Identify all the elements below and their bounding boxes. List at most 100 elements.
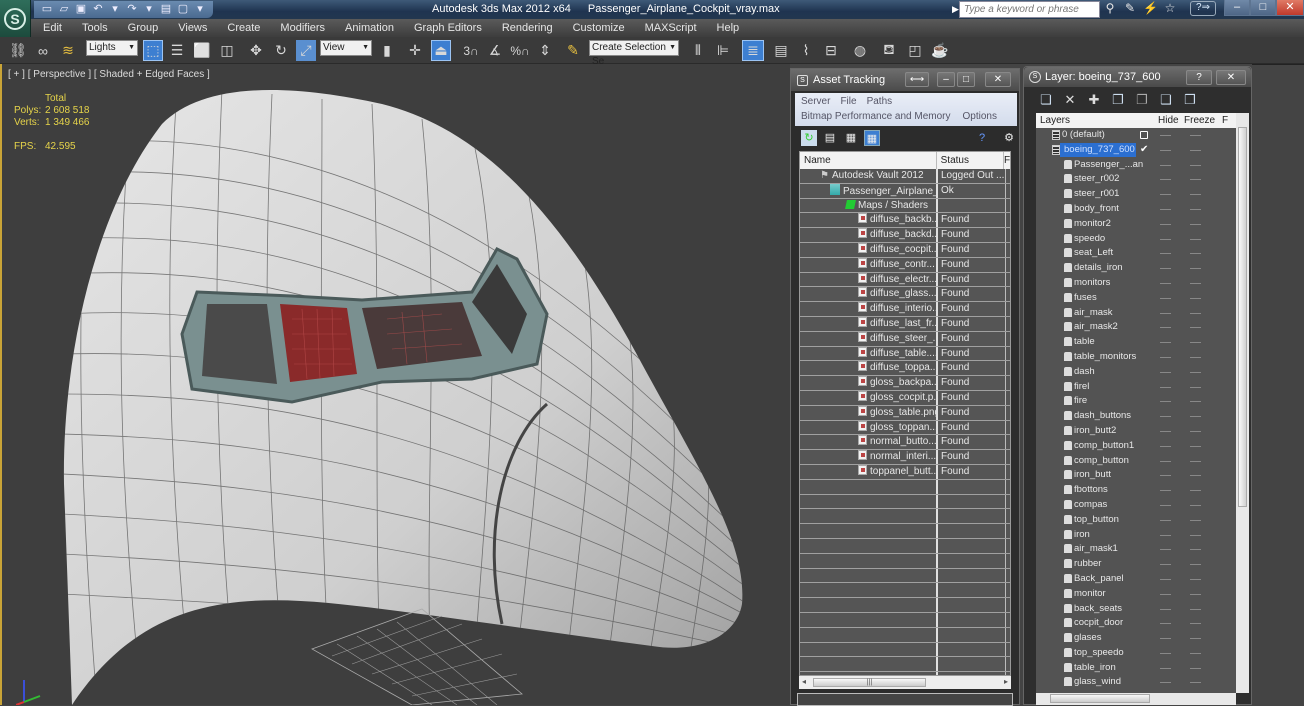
customize-qat-icon[interactable]: ▾ [193, 3, 207, 16]
rotate-icon[interactable]: ↻ [271, 40, 291, 61]
hide-toggle[interactable] [1160, 682, 1171, 684]
hide-toggle[interactable] [1160, 164, 1171, 166]
freeze-toggle[interactable] [1190, 253, 1201, 255]
menu-bitmap-performance[interactable]: Bitmap Performance and Memory [801, 111, 951, 122]
asset-row[interactable]: diffuse_interio... Found [800, 302, 1010, 317]
freeze-toggle[interactable] [1190, 608, 1201, 610]
asset-row[interactable]: diffuse_electr... Found [800, 272, 1010, 288]
set-current-layer-checkbox[interactable] [1140, 131, 1148, 139]
maximize-button[interactable]: □ [1250, 0, 1276, 16]
menu-rendering[interactable]: Rendering [502, 22, 553, 34]
viewport-label[interactable]: [ + ] [ Perspective ] [ Shaded + Edged F… [8, 69, 210, 80]
search-input[interactable]: Type a keyword or phrase [959, 1, 1100, 18]
hide-toggle[interactable] [1160, 475, 1171, 477]
freeze-toggle[interactable] [1190, 519, 1201, 521]
hide-toggle[interactable] [1160, 534, 1171, 536]
workspace-icon[interactable]: ▢ [176, 3, 190, 16]
freeze-toggle[interactable] [1190, 401, 1201, 403]
hide-toggle[interactable] [1160, 504, 1171, 506]
asset-minimize-button[interactable]: – [937, 72, 955, 87]
asset-row[interactable]: diffuse_last_fr... Found [800, 316, 1010, 332]
asset-tracking-titlebar[interactable]: S Asset Tracking ⟷ – □ ✕ [791, 69, 1019, 91]
asset-row[interactable]: normal_interi... Found [800, 450, 1010, 465]
asset-row[interactable]: diffuse_steer_... Found [800, 331, 1010, 347]
hide-toggle[interactable] [1160, 386, 1171, 388]
hide-toggle[interactable] [1160, 608, 1171, 610]
menu-create[interactable]: Create [227, 22, 260, 34]
menu-edit[interactable]: Edit [43, 22, 62, 34]
hide-toggle[interactable] [1160, 312, 1171, 314]
select-objects-in-layer-icon[interactable]: ❐ [1110, 92, 1126, 108]
layer-object-row[interactable]: comp_button [1036, 454, 1236, 469]
menu-animation[interactable]: Animation [345, 22, 394, 34]
grid-view-icon[interactable]: ▦ [864, 130, 880, 146]
freeze-toggle[interactable] [1190, 312, 1201, 314]
layer-object-row[interactable]: steer_r001 [1036, 187, 1236, 202]
highlight-selected-icon[interactable]: ❐ [1134, 92, 1150, 108]
favorites-star-icon[interactable]: ☆ [1163, 1, 1177, 15]
subscription-icon[interactable]: ✎ [1123, 1, 1137, 15]
current-layer-check-icon[interactable]: ✔ [1140, 143, 1148, 157]
hide-toggle[interactable] [1160, 564, 1171, 566]
redo-icon[interactable]: ↷ [125, 3, 139, 16]
move-icon[interactable]: ✥ [246, 40, 266, 61]
hide-toggle[interactable] [1160, 401, 1171, 403]
hide-toggle[interactable] [1160, 519, 1171, 521]
column-hide[interactable]: Hide [1158, 113, 1179, 128]
align-icon[interactable]: ⊫ [713, 40, 733, 61]
asset-row[interactable]: gloss_table.png Found [800, 405, 1010, 421]
redo-dropdown-icon[interactable]: ▾ [142, 3, 156, 16]
column-name[interactable]: Name [800, 152, 937, 169]
layer-object-row[interactable]: compas [1036, 498, 1236, 513]
asset-row[interactable]: diffuse_backd... Found [800, 228, 1010, 243]
freeze-toggle[interactable] [1190, 164, 1201, 166]
hide-toggle[interactable] [1160, 667, 1171, 669]
layer-row[interactable]: boeing_737_600 ✔ [1036, 142, 1236, 158]
hide-toggle[interactable] [1160, 445, 1171, 447]
layer-object-row[interactable]: table [1036, 335, 1236, 350]
minimize-button[interactable]: – [1224, 0, 1250, 16]
menu-modifiers[interactable]: Modifiers [280, 22, 325, 34]
undo-icon[interactable]: ↶ [91, 3, 105, 16]
freeze-toggle[interactable] [1190, 652, 1201, 654]
asset-row[interactable]: normal_butto... Found [800, 435, 1010, 451]
hide-toggle[interactable] [1160, 327, 1171, 329]
rectangular-selection-icon[interactable]: ⬜ [192, 40, 212, 61]
freeze-unfreeze-all-icon[interactable]: ❒ [1182, 92, 1198, 108]
asset-close-button[interactable]: ✕ [985, 72, 1011, 87]
layer-object-row[interactable]: cocpit_door [1036, 616, 1236, 631]
percent-snap-icon[interactable]: % ∩ [509, 40, 531, 61]
schematic-view-icon[interactable]: ⊟ [821, 40, 841, 61]
selection-filter-dropdown[interactable]: Lights [86, 40, 138, 56]
freeze-toggle[interactable] [1190, 356, 1201, 358]
layer-object-row[interactable]: firel [1036, 380, 1236, 395]
hide-toggle[interactable] [1160, 282, 1171, 284]
asset-row[interactable]: gloss_cocpit.p... Found [800, 390, 1010, 406]
layer-object-row[interactable]: back_seats [1036, 602, 1236, 617]
asset-row[interactable]: diffuse_glass.... Found [800, 287, 1010, 303]
menu-customize[interactable]: Customize [573, 22, 625, 34]
freeze-toggle[interactable] [1190, 268, 1201, 270]
freeze-toggle[interactable] [1190, 282, 1201, 284]
menu-paths[interactable]: Paths [867, 96, 893, 107]
menu-help[interactable]: Help [717, 22, 740, 34]
asset-row[interactable]: diffuse_toppa... Found [800, 361, 1010, 377]
create-layer-icon[interactable]: ❏ [1038, 92, 1054, 108]
render-production-icon[interactable]: ☕ [930, 40, 950, 61]
hide-toggle[interactable] [1160, 638, 1171, 640]
freeze-toggle[interactable] [1190, 297, 1201, 299]
freeze-toggle[interactable] [1190, 534, 1201, 536]
asset-row[interactable]: diffuse_cocpit... Found [800, 242, 1010, 258]
window-crossing-icon[interactable]: ◫ [217, 40, 237, 61]
curve-editor-icon[interactable]: ⌇ [796, 40, 816, 61]
asset-row[interactable]: ⚑ Autodesk Vault 2012 Logged Out ... [800, 169, 1010, 184]
scroll-thumb[interactable] [1050, 694, 1150, 703]
layer-manager-titlebar[interactable]: S Layer: boeing_737_600 ? ✕ [1024, 67, 1251, 87]
hide-toggle[interactable] [1160, 460, 1171, 462]
bind-space-warp-icon[interactable]: ≋ [58, 40, 78, 61]
asset-row[interactable]: Maps / Shaders [800, 198, 1010, 214]
asset-row[interactable]: Passenger_Airplane_... Ok [800, 183, 1010, 199]
dock-toggle-button[interactable]: ⟷ [905, 72, 929, 87]
hide-toggle[interactable] [1160, 297, 1171, 299]
hide-toggle[interactable] [1160, 430, 1171, 432]
